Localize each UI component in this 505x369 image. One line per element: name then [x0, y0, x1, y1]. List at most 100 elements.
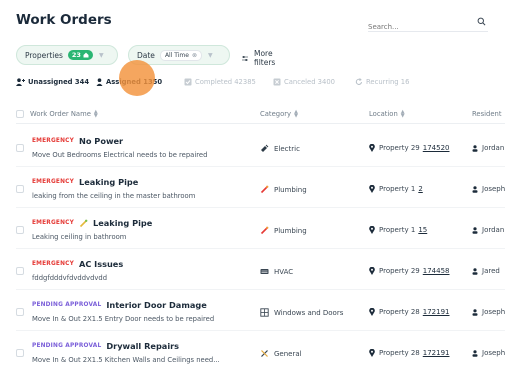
clear-icon[interactable]: ⊗: [192, 52, 197, 59]
table-row[interactable]: EMERGENCY Leaking Pipe leaking from the …: [16, 168, 505, 208]
row-checkbox[interactable]: [16, 308, 24, 316]
column-label: Work Order Name: [30, 110, 91, 118]
column-label: Resident: [472, 110, 502, 118]
tab-completed[interactable]: Completed 42385: [184, 78, 256, 86]
column-location[interactable]: Location ▲ ▼: [369, 110, 405, 119]
work-order-description: Move In & Out 2X1.5 Entry Door needs to …: [32, 315, 215, 323]
column-label: Category: [260, 110, 292, 118]
work-order-name[interactable]: No Power: [79, 136, 123, 146]
category-cell: Electric: [260, 144, 300, 153]
date-value: All Time: [164, 51, 189, 59]
category-label: Plumbing: [274, 226, 307, 235]
resident-cell: Jordan: [472, 226, 505, 234]
row-checkbox[interactable]: [16, 185, 24, 193]
work-order-name[interactable]: Interior Door Damage: [106, 300, 206, 310]
sort-icon[interactable]: ▲ ▼: [294, 110, 298, 119]
work-order-name[interactable]: AC Issues: [79, 259, 123, 269]
plumbing-icon: [260, 185, 269, 194]
user-icon: [96, 78, 103, 86]
unit-link[interactable]: 2: [418, 185, 422, 193]
user-icon: [472, 226, 478, 234]
resident-name[interactable]: Joseph: [482, 185, 505, 193]
window-icon: [260, 308, 269, 317]
resident-name[interactable]: Jared: [482, 267, 500, 275]
chevron-down-icon: ▼: [98, 51, 104, 59]
table-row[interactable]: PENDING APPROVAL Interior Door Damage Mo…: [16, 291, 505, 331]
resident-name[interactable]: Jordan: [482, 226, 504, 234]
unit-link[interactable]: 174520: [423, 144, 450, 152]
resident-cell: Joseph: [472, 349, 505, 357]
resident-cell: Jordan: [472, 144, 505, 152]
unit-link[interactable]: 172191: [423, 308, 450, 316]
property-name: Property 28: [379, 308, 420, 316]
sort-icon[interactable]: ▲ ▼: [401, 110, 405, 119]
work-order-name[interactable]: Leaking Pipe: [79, 177, 138, 187]
tab-canceled[interactable]: Canceled 3400: [273, 78, 335, 86]
search-box[interactable]: [368, 14, 488, 32]
location-cell: Property 28 172191: [369, 349, 450, 357]
status-badge: EMERGENCY: [32, 138, 74, 144]
column-category[interactable]: Category ▲ ▼: [260, 110, 298, 119]
properties-filter[interactable]: Properties 23 ▼: [16, 45, 118, 65]
resident-cell: Joseph: [472, 185, 505, 193]
work-order-name[interactable]: Drywall Repairs: [106, 341, 179, 351]
work-order-name[interactable]: Leaking Pipe: [93, 218, 152, 228]
row-checkbox[interactable]: [16, 226, 24, 234]
table-row[interactable]: EMERGENCY Leaking Pipe Leaking ceiling i…: [16, 209, 505, 249]
user-icon: [472, 349, 478, 357]
resident-cell: Jared: [472, 267, 505, 275]
resident-name[interactable]: Joseph: [482, 308, 505, 316]
search-input[interactable]: [368, 20, 458, 31]
table-header: Work Order Name ▲ ▼ Category ▲ ▼ Location ▲ ▼ …: [16, 106, 505, 124]
select-all-checkbox[interactable]: [16, 110, 24, 118]
work-order-description: Leaking ceiling in bathroom: [32, 233, 127, 241]
column-work-order-name[interactable]: Work Order Name ▲ ▼: [30, 110, 98, 119]
property-name: Property 29: [379, 144, 420, 152]
category-label: Windows and Doors: [274, 308, 344, 317]
tab-unassigned[interactable]: Unassigned 344: [16, 78, 89, 86]
resident-cell: Joseph: [472, 308, 505, 316]
category-label: General: [274, 349, 302, 358]
resident-name[interactable]: Jordan: [482, 144, 504, 152]
row-checkbox[interactable]: [16, 349, 24, 357]
page-header: Work Orders: [16, 12, 489, 34]
more-filters-button[interactable]: More filters: [242, 49, 279, 67]
property-name: Property 28: [379, 349, 420, 357]
unit-link[interactable]: 174458: [423, 267, 450, 275]
search-icon[interactable]: [477, 17, 486, 26]
chevron-down-icon: ▼: [208, 51, 213, 59]
table-row[interactable]: PENDING APPROVAL Drywall Repairs Move In…: [16, 332, 505, 369]
home-icon: [83, 52, 89, 58]
date-filter-label: Date: [137, 50, 155, 60]
unit-link[interactable]: 172191: [423, 349, 450, 357]
property-name: Property 1: [379, 226, 416, 234]
work-order-description: leaking from the ceiling in the master b…: [32, 192, 196, 200]
user-icon: [472, 267, 478, 275]
unit-link[interactable]: 15: [418, 226, 427, 234]
category-cell: Windows and Doors: [260, 308, 343, 317]
category-cell: Plumbing: [260, 185, 307, 194]
status-badge: EMERGENCY: [32, 220, 74, 226]
sort-icon[interactable]: ▲ ▼: [94, 110, 98, 119]
date-value-chip[interactable]: All Time ⊗: [159, 49, 202, 61]
tab-recurring[interactable]: Recurring 16: [355, 78, 409, 86]
tab-label: Unassigned 344: [28, 78, 90, 86]
status-badge: EMERGENCY: [32, 261, 74, 267]
user-icon: [472, 144, 478, 152]
resident-name[interactable]: Joseph: [482, 349, 505, 357]
x-square-icon: [273, 78, 281, 86]
tools-icon: [261, 350, 268, 357]
table-row[interactable]: EMERGENCY AC Issues fddgfdddvfdvddvdvdd …: [16, 250, 505, 290]
electric-icon: [261, 144, 269, 152]
table-row[interactable]: EMERGENCY No Power Move Out Bedrooms Ele…: [16, 127, 505, 167]
row-checkbox[interactable]: [16, 267, 24, 275]
work-order-description: fddgfdddvfdvddvdvdd: [32, 274, 108, 282]
properties-count: 23: [71, 51, 81, 59]
row-checkbox[interactable]: [16, 144, 24, 152]
map-pin-icon: [369, 267, 375, 275]
category-label: Plumbing: [274, 185, 307, 194]
user-icon: [472, 185, 478, 193]
column-resident[interactable]: Resident: [472, 110, 502, 118]
recurring-icon: [355, 78, 362, 85]
filter-sliders-icon: [242, 55, 248, 61]
